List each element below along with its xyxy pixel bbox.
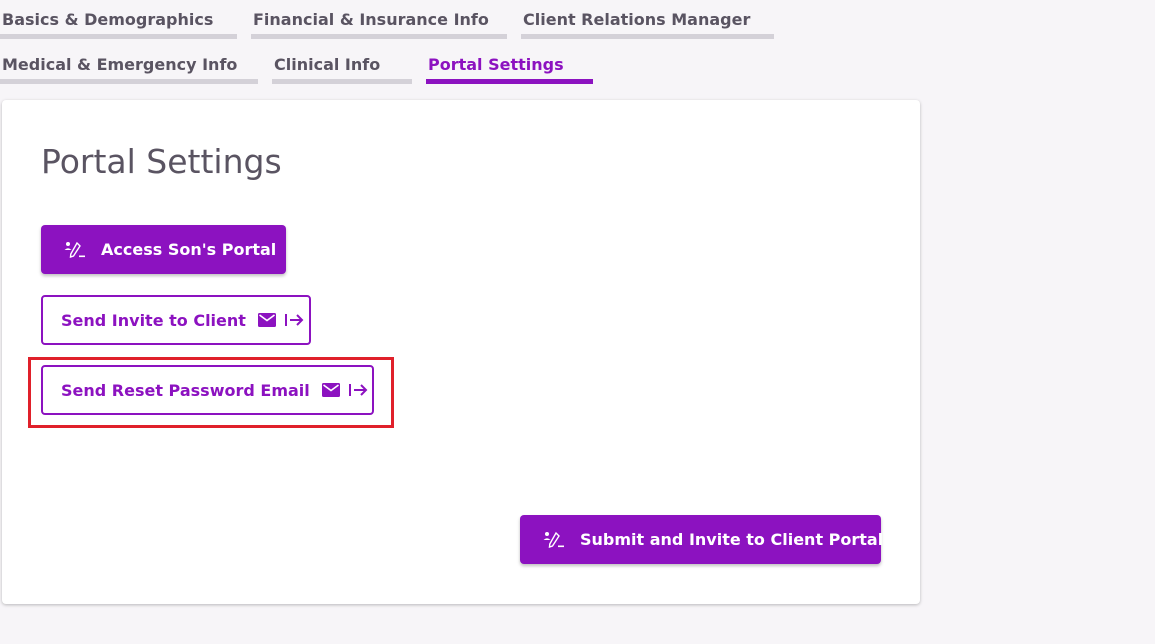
tab-label: Medical & Emergency Info xyxy=(2,55,238,74)
send-reset-password-label: Send Reset Password Email xyxy=(61,380,310,400)
tab-underline xyxy=(272,79,412,84)
tab-underline xyxy=(0,79,258,84)
page-title: Portal Settings xyxy=(41,142,282,181)
mail-icon xyxy=(257,313,276,327)
tab-basics-demographics[interactable]: Basics & Demographics xyxy=(0,1,237,39)
tab-label: Client Relations Manager xyxy=(523,10,751,29)
portal-settings-card: Portal Settings Access Son's Portal Send… xyxy=(2,100,920,604)
tab-medical-emergency[interactable]: Medical & Emergency Info xyxy=(0,46,258,84)
tab-financial-insurance[interactable]: Financial & Insurance Info xyxy=(251,1,507,39)
access-portal-label: Access Son's Portal xyxy=(101,240,277,259)
tab-clinical-info[interactable]: Clinical Info xyxy=(272,46,412,84)
submit-and-invite-label: Submit and Invite to Client Portal xyxy=(580,530,884,549)
user-edit-icon xyxy=(542,530,566,550)
arrow-right-to-line-icon xyxy=(284,313,305,327)
tab-client-relations-manager[interactable]: Client Relations Manager xyxy=(521,1,774,39)
tab-label: Clinical Info xyxy=(274,55,381,74)
tab-underline xyxy=(521,34,774,39)
tab-label: Financial & Insurance Info xyxy=(253,10,489,29)
send-invite-button[interactable]: Send Invite to Client xyxy=(41,295,311,345)
tab-label: Portal Settings xyxy=(428,55,564,74)
submit-and-invite-button[interactable]: Submit and Invite to Client Portal xyxy=(520,515,884,564)
tab-underline xyxy=(251,34,507,39)
user-edit-icon xyxy=(63,240,87,260)
access-portal-button[interactable]: Access Son's Portal xyxy=(41,225,286,274)
tab-label: Basics & Demographics xyxy=(2,10,214,29)
arrow-right-to-line-icon xyxy=(348,383,369,397)
tab-underline xyxy=(426,79,593,84)
mail-icon xyxy=(321,383,340,397)
tab-portal-settings[interactable]: Portal Settings xyxy=(426,46,593,84)
tab-underline xyxy=(0,34,237,39)
send-reset-password-button[interactable]: Send Reset Password Email xyxy=(41,365,374,415)
send-invite-label: Send Invite to Client xyxy=(61,310,246,330)
